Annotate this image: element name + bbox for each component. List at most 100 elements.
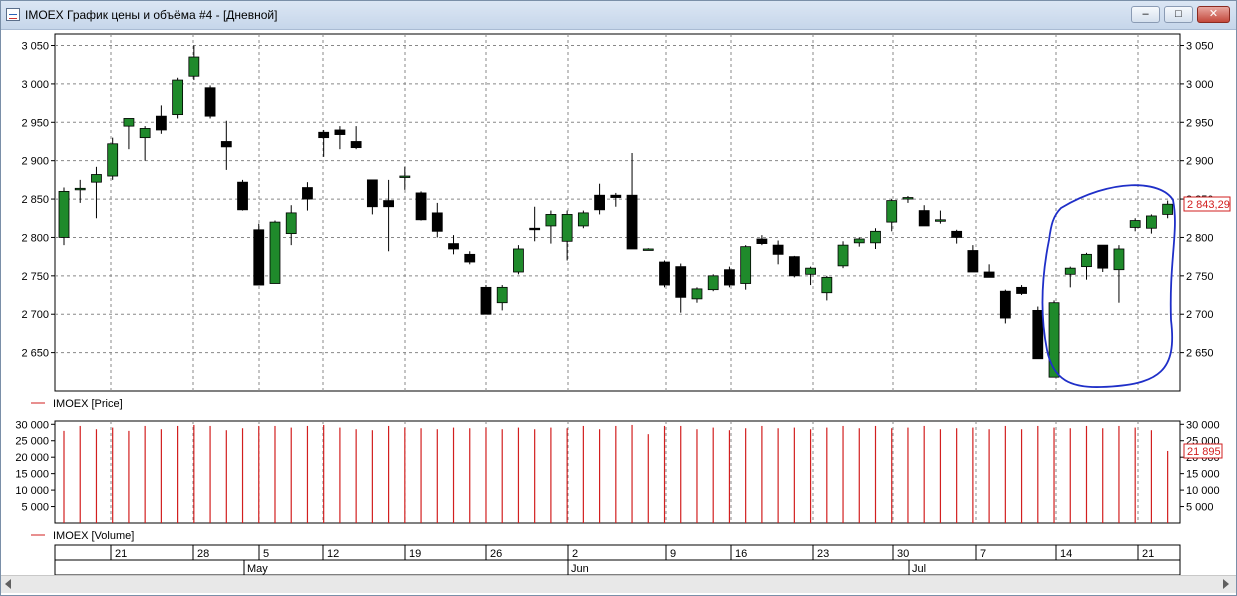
day-label: 19	[409, 548, 421, 560]
day-label: 30	[897, 548, 909, 560]
candle	[724, 266, 735, 288]
candle-body	[529, 227, 541, 231]
candle-body	[334, 129, 346, 135]
candle	[480, 285, 492, 315]
candle-body	[204, 87, 216, 117]
candle	[659, 260, 670, 288]
candle-body	[935, 219, 946, 222]
price-tick-label-left: 2 750	[21, 271, 49, 283]
price-tick-label-left: 3 050	[21, 41, 49, 53]
candle	[707, 274, 719, 292]
candle-body	[740, 246, 752, 284]
month-label: Jun	[571, 563, 589, 575]
candle-body	[74, 187, 86, 191]
price-tick-label-left: 2 850	[21, 194, 49, 206]
close-icon: ✕	[1208, 8, 1219, 20]
candle-body	[1032, 309, 1044, 360]
day-label: 12	[327, 548, 339, 560]
scroll-left-arrow-icon[interactable]	[5, 579, 11, 589]
minimize-icon: –	[1142, 8, 1149, 20]
candle-body	[675, 266, 687, 298]
volume-tick-label-left: 15 000	[15, 469, 49, 481]
candle-body	[237, 181, 248, 211]
volume-tick-label-right: 30 000	[1186, 419, 1220, 431]
close-button[interactable]: ✕	[1197, 6, 1230, 23]
candle-body	[1097, 244, 1109, 269]
horizontal-scrollbar[interactable]	[1, 575, 1236, 593]
day-label: 7	[980, 548, 986, 560]
candle	[1032, 306, 1044, 360]
candle-body	[285, 212, 297, 235]
candle	[107, 137, 119, 180]
price-tick-label-left: 2 950	[21, 117, 49, 129]
volume-plot-frame	[54, 420, 1181, 524]
candle	[415, 191, 427, 221]
candle-body	[366, 179, 378, 208]
volume-tick-label-right: 5 000	[1186, 502, 1214, 514]
price-tick-label-right: 2 700	[1186, 309, 1214, 321]
candle-body	[1146, 215, 1157, 229]
window-title: IMOEX График цены и объёма #4 - [Дневной…	[25, 8, 278, 22]
month-label: May	[247, 563, 268, 575]
candle	[740, 245, 752, 290]
candle-body	[886, 200, 898, 223]
day-label: 26	[490, 548, 502, 560]
candle-body	[1081, 253, 1092, 268]
candle-body	[188, 56, 200, 77]
price-tick-label-right: 3 000	[1186, 79, 1214, 91]
candle-body	[951, 230, 963, 238]
candle-body	[626, 194, 638, 250]
maximize-icon: □	[1175, 8, 1182, 20]
candle-body	[853, 238, 865, 244]
price-tick-label-right: 2 900	[1186, 156, 1214, 168]
candle	[1097, 244, 1109, 272]
candle-body	[496, 286, 508, 304]
scroll-right-arrow-icon[interactable]	[1223, 579, 1229, 589]
candle-body	[821, 276, 833, 294]
price-tick-label-left: 2 800	[21, 232, 49, 244]
candle-body	[415, 192, 427, 221]
candle-body	[448, 243, 459, 250]
day-label: 28	[197, 548, 209, 560]
candle	[204, 85, 216, 119]
chart-area: 3 050 3 050 3 000 3 000 2 950 2 950 2 900 2 900…	[1, 30, 1236, 595]
candle-body	[594, 194, 605, 211]
candle-body	[1113, 248, 1125, 271]
volume-tick-label-left: 30 000	[15, 419, 49, 431]
day-label: 14	[1060, 548, 1072, 560]
candle-body	[561, 214, 573, 242]
candle	[172, 77, 184, 119]
price-tick-label-left: 2 650	[21, 348, 49, 360]
candle-body	[545, 214, 557, 227]
candle-body	[772, 244, 784, 255]
candle-body	[123, 118, 135, 127]
volume-tick-label-right: 15 000	[1186, 469, 1220, 481]
price-last-value: 2 843,29	[1187, 199, 1230, 211]
volume-tick-label-left: 25 000	[15, 436, 49, 448]
candle-body	[107, 143, 119, 177]
price-tick-label-left: 2 700	[21, 309, 49, 321]
candle	[269, 220, 281, 284]
candle-body	[155, 115, 167, 131]
candle	[999, 289, 1011, 324]
candle-body	[58, 190, 70, 238]
candle	[788, 255, 800, 278]
candle-body	[480, 286, 492, 315]
price-tick-label-right: 3 050	[1186, 41, 1214, 53]
candle-body	[659, 261, 670, 286]
chart-window: IMOEX График цены и объёма #4 - [Дневной…	[0, 0, 1237, 596]
day-label: 23	[817, 548, 829, 560]
price-legend: IMOEX [Price]	[53, 398, 123, 410]
candle-body	[172, 79, 184, 116]
candle-body	[691, 288, 703, 300]
candle	[513, 245, 524, 275]
volume-last-value: 21 895	[1187, 446, 1221, 458]
day-label: 21	[115, 548, 127, 560]
minimize-button[interactable]: –	[1131, 6, 1160, 23]
candle-body	[253, 229, 265, 286]
maximize-button[interactable]: □	[1164, 6, 1193, 23]
candle-body	[983, 271, 995, 278]
candle-body	[269, 221, 281, 284]
candle-body	[318, 131, 330, 139]
volume-tick-label-left: 20 000	[15, 452, 49, 464]
